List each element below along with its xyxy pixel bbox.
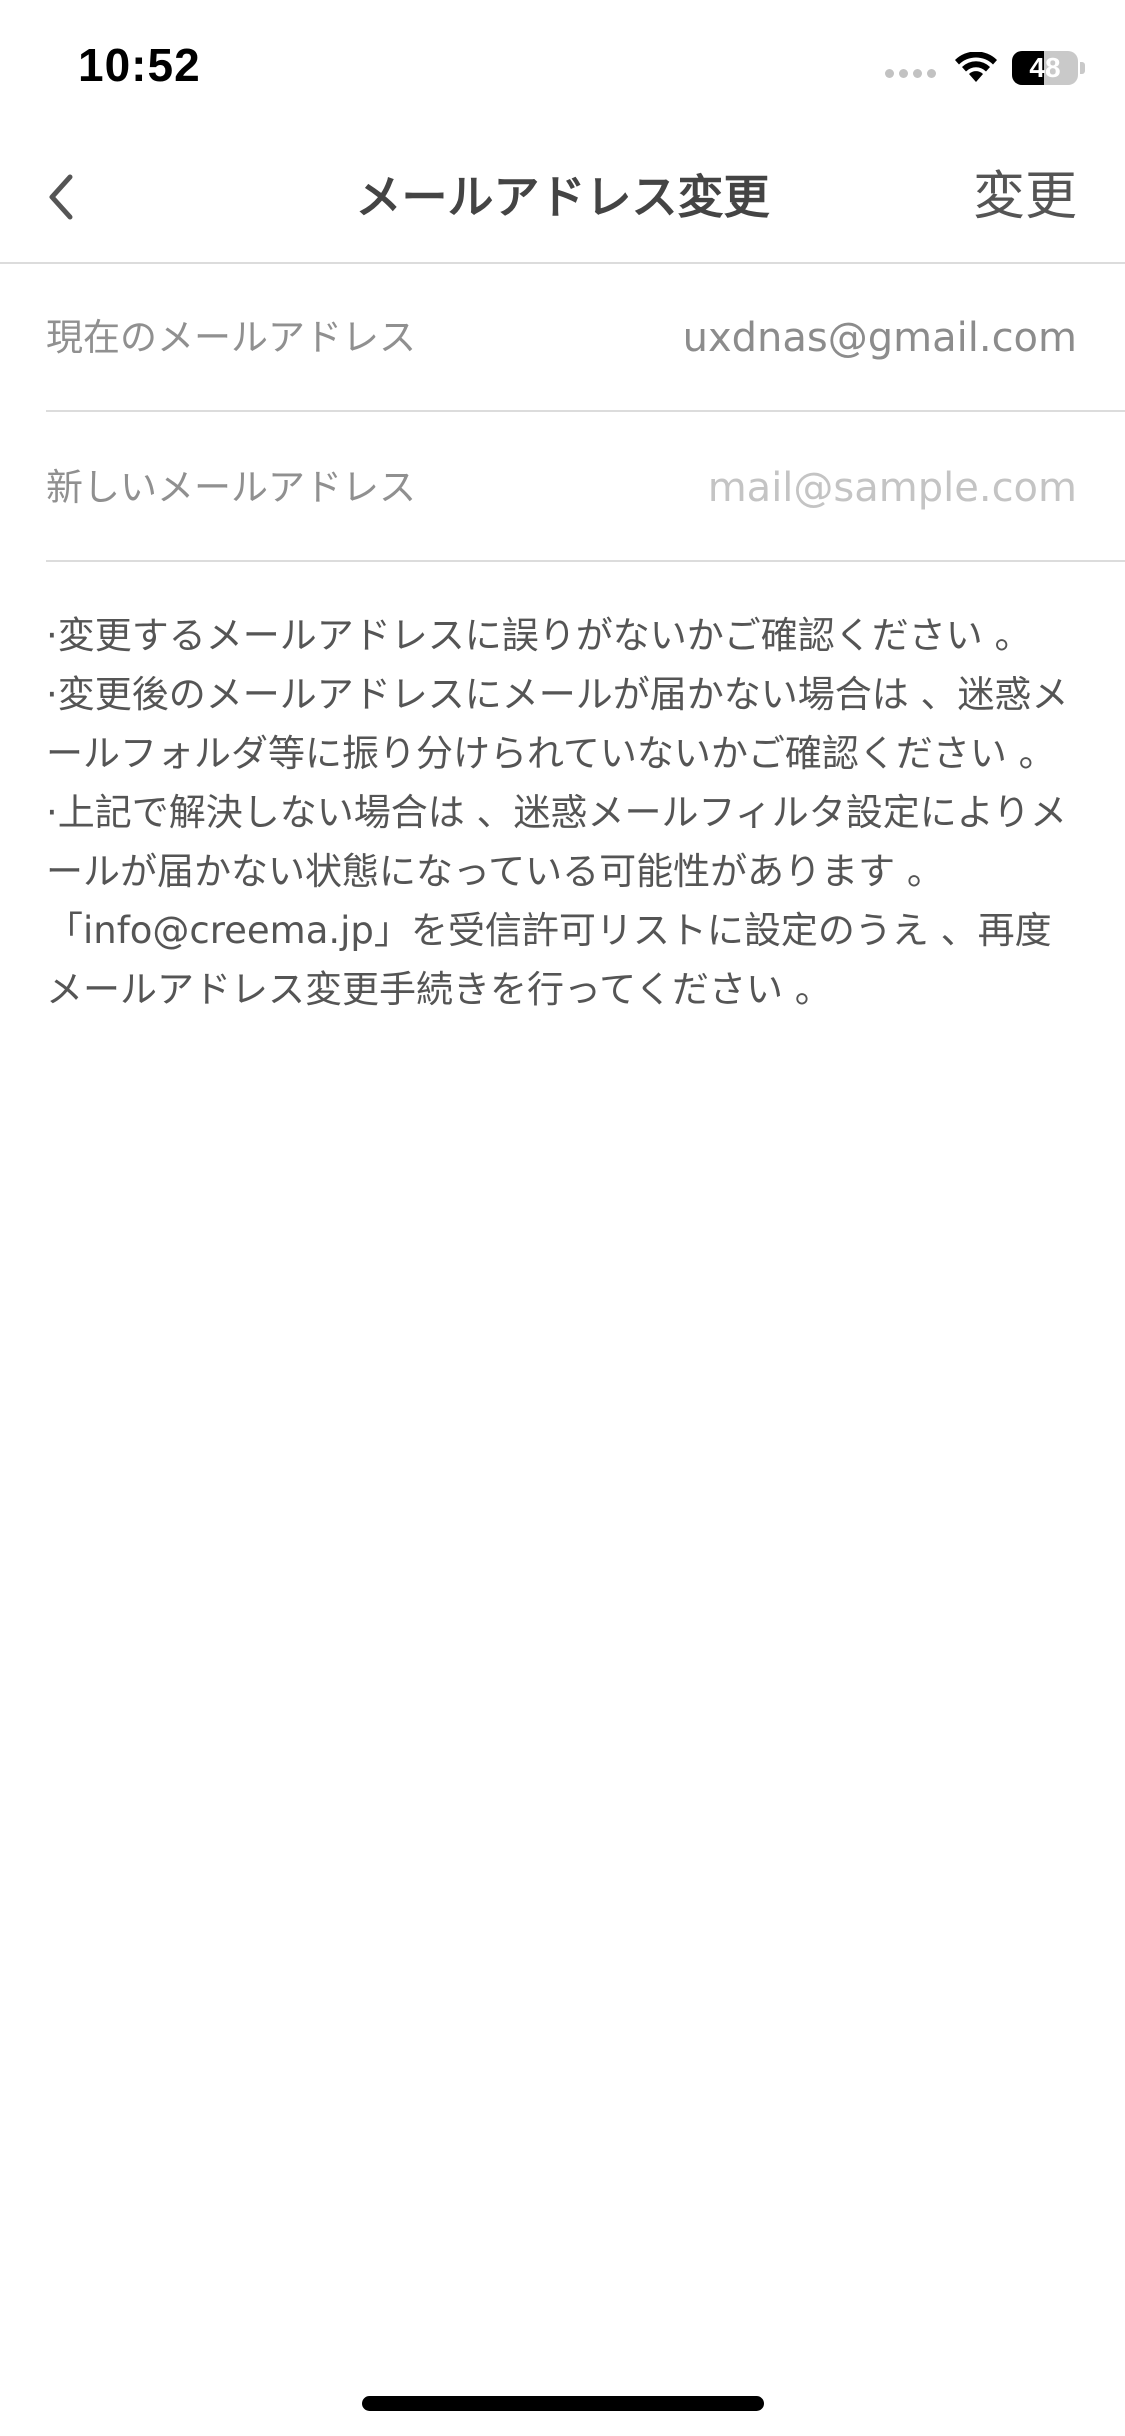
note-item: ·変更後のメールアドレスにメールが届かない場合は 、迷惑メールフォルダ等に振り分… [46,673,1069,775]
battery-level: 48 [1029,52,1061,83]
navigation-bar: メールアドレス変更 変更 [0,132,1125,264]
current-email-row: 現在のメールアドレス uxdnas@gmail.com [46,264,1125,412]
new-email-label: 新しいメールアドレス [46,466,416,509]
note-item: ·変更するメールアドレスに誤りがないかご確認ください 。 [46,614,1032,657]
cellular-signal-icon [885,58,936,78]
notes: ·変更するメールアドレスに誤りがないかご確認ください 。 ·変更後のメールアドレ… [46,606,1086,1019]
back-button[interactable] [26,162,96,232]
battery-icon: 48 [1012,51,1078,85]
status-time: 10:52 [78,39,201,91]
page-title: メールアドレス変更 [355,170,770,224]
note-item: ·上記で解決しない場合は 、迷惑メールフィルタ設定によりメールが届かない状態にな… [46,791,1068,1011]
current-email-label: 現在のメールアドレス [46,316,416,359]
wifi-icon [955,52,997,82]
new-email-field[interactable] [517,458,1077,518]
change-button[interactable]: 変更 [973,132,1077,262]
status-indicators: 48 [885,48,1085,88]
battery-cap [1080,62,1085,74]
chevron-left-icon [49,174,73,220]
home-indicator[interactable] [362,2396,764,2411]
current-email-value: uxdnas@gmail.com [682,315,1077,361]
new-email-row: 新しいメールアドレス [46,414,1125,562]
status-bar: 10:52 48 [0,0,1125,132]
